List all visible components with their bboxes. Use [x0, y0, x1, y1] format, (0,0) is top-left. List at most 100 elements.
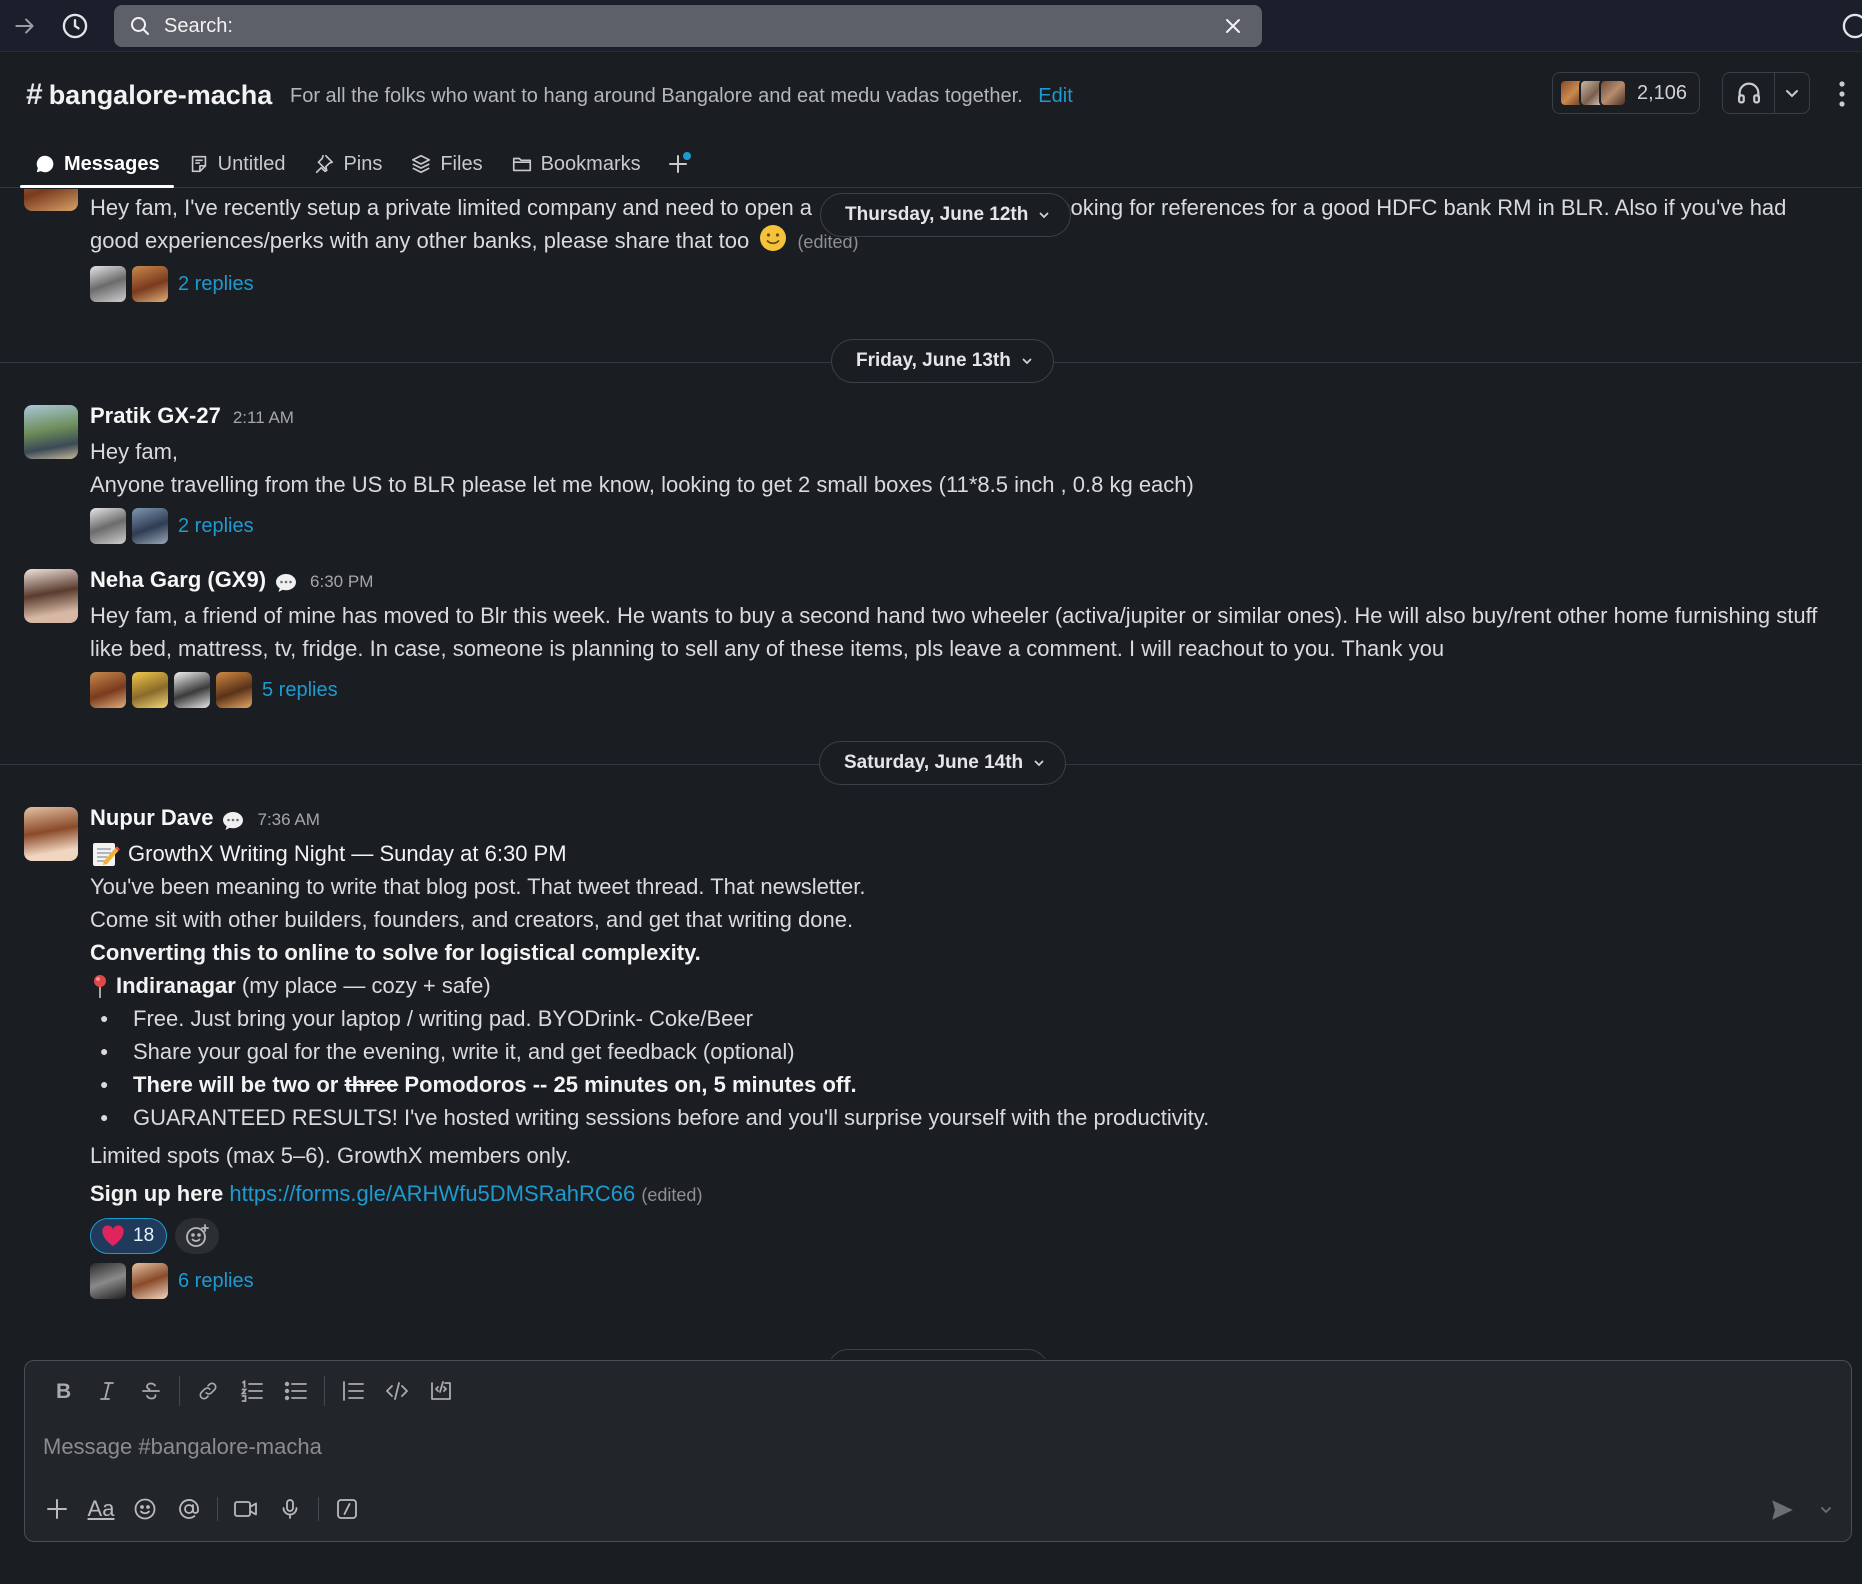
- date-label: Friday, June 13th: [856, 350, 1011, 371]
- search-label: Search:: [164, 14, 233, 37]
- date-divider-button[interactable]: Friday, June 13th: [831, 339, 1054, 383]
- channel-topic-text: For all the folks who want to hang aroun…: [290, 85, 1023, 107]
- date-divider: Saturday, June 14th: [0, 741, 1862, 787]
- help-icon: [1841, 12, 1862, 40]
- sender-name[interactable]: Pratik GX-27: [90, 403, 221, 429]
- date-divider-button[interactable]: Saturday, June 14th: [819, 741, 1067, 785]
- hash-icon: #: [26, 78, 43, 111]
- search-bar[interactable]: Search:: [114, 5, 1262, 47]
- emoji-icon: [134, 1498, 156, 1520]
- bulleted-list-button[interactable]: [274, 1371, 318, 1411]
- schedule-send-button[interactable]: [1811, 1491, 1841, 1529]
- files-icon: [410, 153, 432, 175]
- member-avatars: [1559, 79, 1627, 107]
- message-list[interactable]: Hey fam, I've recently setup a private l…: [0, 189, 1862, 1359]
- thread-replies[interactable]: 5 replies: [90, 671, 1822, 709]
- numbered-list-icon: [240, 1380, 263, 1402]
- link-button[interactable]: [186, 1371, 230, 1411]
- pin-emoji-icon: [90, 973, 110, 999]
- date-divider-button[interactable]: Thursday, June 12th: [820, 193, 1072, 237]
- message-timestamp[interactable]: 7:36 AM: [257, 810, 319, 830]
- close-icon: [1226, 19, 1240, 33]
- message-timestamp[interactable]: 6:30 PM: [310, 572, 373, 592]
- formatting-toolbar: B: [41, 1371, 463, 1411]
- heart-icon: [101, 1225, 125, 1247]
- history-button[interactable]: [56, 7, 94, 45]
- blockquote-button[interactable]: [331, 1371, 375, 1411]
- add-reaction-button[interactable]: [175, 1218, 220, 1254]
- send-button[interactable]: [1761, 1491, 1803, 1529]
- emoji-button[interactable]: [123, 1487, 167, 1531]
- text-formatting-button[interactable]: Aa: [79, 1487, 123, 1531]
- video-clip-button[interactable]: [224, 1487, 268, 1531]
- date-divider-partial: [828, 1349, 1048, 1359]
- date-label: Thursday, June 12th: [845, 204, 1029, 225]
- avatar: [132, 672, 168, 708]
- channel-more-button[interactable]: [1830, 76, 1854, 112]
- message-timestamp[interactable]: 2:11 AM: [233, 408, 294, 428]
- channel-name-button[interactable]: # bangalore-macha: [26, 78, 272, 112]
- tab-pins[interactable]: Pins: [299, 140, 396, 188]
- mention-button[interactable]: [167, 1487, 211, 1531]
- memo-emoji-icon: [90, 839, 120, 869]
- tab-untitled[interactable]: Untitled: [174, 140, 300, 188]
- members-button[interactable]: 2,106: [1552, 72, 1701, 114]
- signup-link[interactable]: https://forms.gle/ARHWfu5DMSRahRC66: [229, 1181, 635, 1206]
- thread-replies[interactable]: 2 replies: [90, 265, 1822, 303]
- date-label: Saturday, June 14th: [844, 752, 1024, 773]
- speech-bubble-icon: [221, 810, 245, 832]
- tab-messages[interactable]: Messages: [20, 140, 174, 188]
- search-icon: [128, 14, 152, 38]
- avatar: [216, 672, 252, 708]
- message-composer: B Aa: [24, 1360, 1852, 1542]
- strikethrough-button[interactable]: [129, 1371, 173, 1411]
- replies-link: 2 replies: [178, 514, 254, 537]
- italic-button[interactable]: [85, 1371, 129, 1411]
- avatar: [90, 1263, 126, 1299]
- tab-files[interactable]: Files: [396, 140, 496, 188]
- shortcuts-button[interactable]: [325, 1487, 369, 1531]
- avatar: [132, 266, 168, 302]
- chevron-down-icon: [1033, 757, 1045, 769]
- folder-icon: [511, 153, 533, 175]
- microphone-icon: [282, 1499, 298, 1519]
- bold-button[interactable]: B: [41, 1371, 85, 1411]
- channel-tabs: Messages Untitled Pins Files Bookmarks: [20, 140, 701, 188]
- forward-button[interactable]: [6, 7, 44, 45]
- event-details-list: Free. Just bring your laptop / writing p…: [90, 1002, 1822, 1134]
- replies-link: 5 replies: [262, 678, 338, 701]
- audio-clip-button[interactable]: [268, 1487, 312, 1531]
- sender-name[interactable]: Nupur Dave: [90, 805, 213, 831]
- thread-replies[interactable]: 6 replies: [90, 1262, 1822, 1300]
- list-item: Free. Just bring your laptop / writing p…: [90, 1002, 1822, 1035]
- huddle-options-button[interactable]: [1775, 73, 1809, 113]
- huddle-button[interactable]: [1723, 73, 1775, 113]
- avatar[interactable]: [24, 807, 78, 861]
- heart-reaction-button[interactable]: 18: [90, 1218, 168, 1254]
- code-block-icon: [431, 1381, 451, 1400]
- avatar[interactable]: [24, 405, 78, 459]
- avatar[interactable]: [24, 569, 78, 623]
- attach-button[interactable]: [35, 1487, 79, 1531]
- code-block-button[interactable]: [419, 1371, 463, 1411]
- help-button[interactable]: [1836, 7, 1862, 45]
- tab-bookmarks[interactable]: Bookmarks: [497, 140, 655, 188]
- edit-topic-link[interactable]: Edit: [1038, 85, 1072, 107]
- channel-topic: For all the folks who want to hang aroun…: [290, 85, 1073, 108]
- video-camera-icon: [234, 1501, 257, 1517]
- code-button[interactable]: [375, 1371, 419, 1411]
- list-item: GUARANTEED RESULTS! I've hosted writing …: [90, 1101, 1822, 1134]
- avatar[interactable]: [24, 189, 78, 211]
- tab-label: Pins: [343, 152, 383, 175]
- reactions: 18: [90, 1216, 1822, 1256]
- add-tab-button[interactable]: [655, 140, 701, 188]
- chevron-down-icon: [1021, 355, 1033, 367]
- message-text: Hey fam, a friend of mine has moved to B…: [90, 603, 1818, 661]
- composer-actions: Aa: [35, 1487, 369, 1531]
- sender-name[interactable]: Neha Garg (GX9): [90, 567, 266, 593]
- thread-replies[interactable]: 2 replies: [90, 507, 1822, 545]
- numbered-list-button[interactable]: [230, 1371, 274, 1411]
- clear-search-button[interactable]: [1218, 11, 1248, 41]
- at-sign-icon: [179, 1499, 199, 1519]
- message-input[interactable]: [43, 1427, 1823, 1467]
